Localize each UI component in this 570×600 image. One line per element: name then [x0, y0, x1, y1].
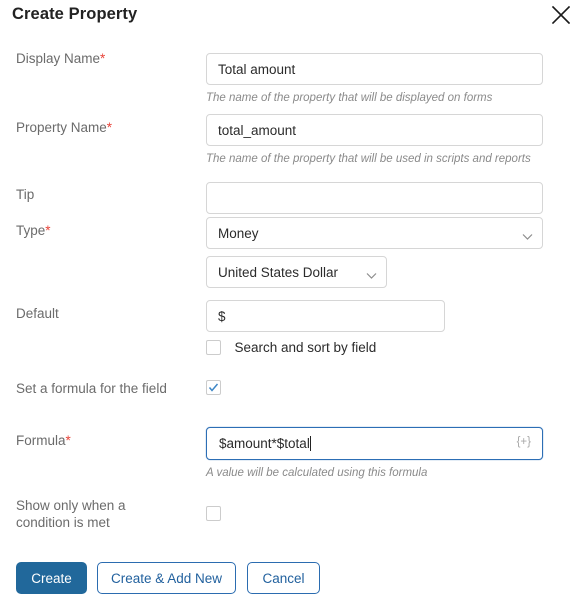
type-select[interactable]: Money	[206, 217, 543, 249]
search-sort-wrap[interactable]: Search and sort by field	[206, 339, 376, 357]
row-tip: Tip	[0, 153, 570, 214]
create-property-form: Display Name* The name of the property t…	[0, 36, 570, 534]
formula-label: Formula*	[16, 433, 71, 448]
row-type: Type* Money	[0, 208, 570, 252]
row-property-name: Property Name* The name of the property …	[0, 88, 570, 165]
currency-field-wrap: United States Dollar	[206, 256, 387, 288]
create-add-new-button[interactable]: Create & Add New	[97, 562, 236, 594]
currency-select-value: United States Dollar	[218, 264, 339, 280]
default-field-wrap	[206, 300, 445, 332]
row-search-sort: Search and sort by field	[0, 332, 570, 367]
row-default: Default	[0, 293, 570, 332]
set-formula-wrap[interactable]	[206, 379, 221, 397]
page-title: Create Property	[12, 5, 138, 23]
set-formula-label: Set a formula for the field	[16, 381, 167, 396]
show-condition-checkbox[interactable]	[206, 506, 221, 522]
dialog-header: Create Property	[0, 0, 570, 36]
formula-input[interactable]: $amount*$total	[206, 427, 543, 460]
row-display-name: Display Name* The name of the property t…	[0, 36, 570, 104]
currency-select[interactable]: United States Dollar	[206, 256, 387, 288]
required-asterisk: *	[106, 120, 113, 135]
create-button[interactable]: Create	[16, 562, 87, 594]
close-icon[interactable]	[549, 3, 570, 27]
search-sort-checkbox[interactable]	[206, 340, 221, 356]
default-label: Default	[16, 306, 59, 321]
text-cursor	[309, 436, 311, 451]
formula-field-wrap: $amount*$total {+}	[206, 427, 543, 460]
display-name-label: Display Name*	[16, 51, 106, 66]
type-select-value: Money	[218, 225, 259, 241]
required-asterisk: *	[65, 433, 71, 448]
row-show-condition: Show only when a condition is met	[0, 474, 570, 534]
display-name-input[interactable]	[206, 53, 543, 85]
property-name-label: Property Name*	[16, 120, 113, 135]
search-sort-label: Search and sort by field	[234, 340, 377, 356]
required-asterisk: *	[45, 223, 51, 238]
formula-value: $amount*$total	[219, 436, 310, 451]
row-formula: Formula* $amount*$total {+} A value will…	[0, 412, 570, 479]
cancel-button[interactable]: Cancel	[247, 562, 320, 594]
type-field-wrap: Money	[206, 217, 543, 249]
display-name-field-wrap	[206, 53, 543, 85]
property-name-input[interactable]	[206, 114, 543, 146]
dialog-footer: Create Create & Add New Cancel	[0, 562, 570, 600]
tip-label: Tip	[16, 187, 35, 202]
row-set-formula: Set a formula for the field	[0, 367, 570, 412]
show-condition-label: Show only when a condition is met	[16, 498, 126, 530]
set-formula-checkbox[interactable]	[206, 380, 221, 396]
row-currency: United States Dollar	[0, 252, 570, 293]
show-condition-wrap[interactable]	[206, 505, 221, 523]
default-input[interactable]	[206, 300, 445, 332]
required-asterisk: *	[100, 51, 106, 66]
property-name-field-wrap	[206, 114, 543, 146]
type-label: Type*	[16, 223, 51, 238]
